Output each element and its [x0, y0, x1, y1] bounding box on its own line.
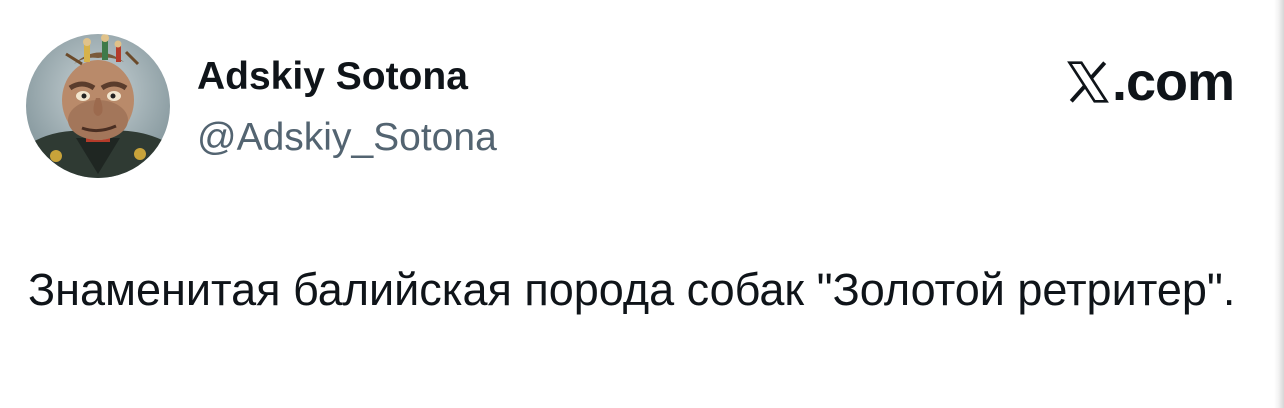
- brand-domain-text: .com: [1111, 52, 1235, 112]
- author-display-name[interactable]: Adskiy Sotona: [197, 55, 468, 99]
- window-edge-shadow: [1274, 0, 1284, 408]
- x-com-brand: .com: [1066, 52, 1235, 112]
- x-logo-icon: [1067, 61, 1109, 103]
- author-avatar[interactable]: [26, 34, 170, 178]
- cartoon-general-avatar-icon: [26, 34, 170, 178]
- tweet-text: Знаменитая балийская порода собак "Золот…: [28, 264, 1236, 315]
- author-handle[interactable]: @Adskiy_Sotona: [197, 116, 497, 160]
